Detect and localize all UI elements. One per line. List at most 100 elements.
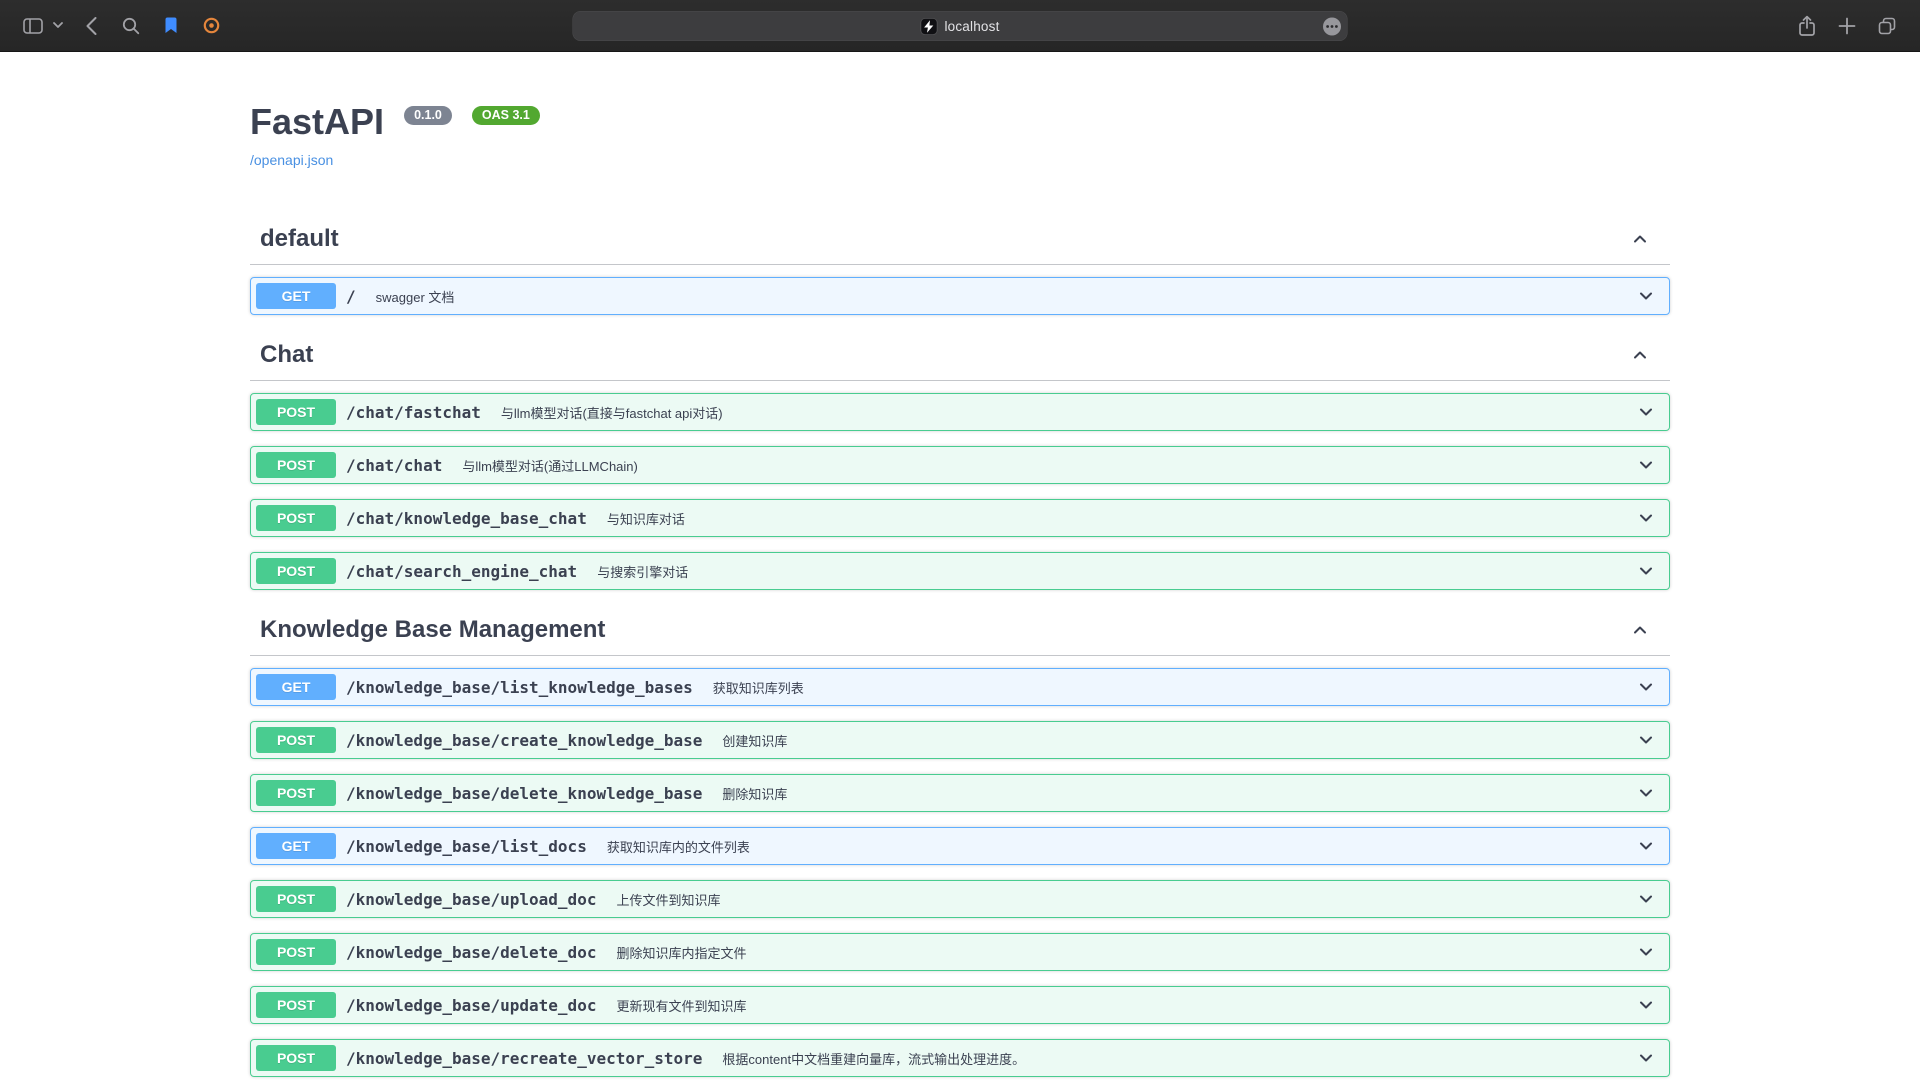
endpoint-row: POST /knowledge_base/upload_doc 上传文件到知识库 — [250, 880, 1670, 918]
endpoint-row: POST /chat/knowledge_base_chat 与知识库对话 — [250, 499, 1670, 537]
chevron-down-icon[interactable] — [50, 11, 66, 41]
endpoint-path: /knowledge_base/create_knowledge_base — [346, 731, 702, 750]
endpoint-description: 与llm模型对话(通过LLMChain) — [462, 456, 1636, 475]
collapse-section-button[interactable] — [1630, 620, 1650, 640]
endpoint-row: POST /knowledge_base/recreate_vector_sto… — [250, 1039, 1670, 1077]
endpoint-row: POST /knowledge_base/create_knowledge_ba… — [250, 721, 1670, 759]
endpoint-path: /chat/fastchat — [346, 403, 481, 422]
endpoint-path: / — [346, 287, 356, 306]
expand-endpoint-button[interactable] — [1636, 677, 1664, 697]
sidebar-toggle-icon[interactable] — [18, 11, 48, 41]
expand-endpoint-button[interactable] — [1636, 783, 1664, 803]
share-icon[interactable] — [1792, 11, 1822, 41]
chevron-down-icon — [1636, 561, 1656, 581]
endpoint-description: 获取知识库列表 — [713, 678, 1636, 697]
endpoint-path: /knowledge_base/list_knowledge_bases — [346, 678, 693, 697]
section-title: Chat — [260, 340, 313, 370]
address-bar[interactable]: localhost — [573, 11, 1348, 41]
endpoint-path: /knowledge_base/upload_doc — [346, 890, 596, 909]
back-icon[interactable] — [76, 11, 106, 41]
expand-endpoint-button[interactable] — [1636, 1048, 1664, 1068]
browser-window: localhost FastAPI 0.1.0 OAS 3.1 — [0, 0, 1920, 1080]
endpoint-path: /chat/search_engine_chat — [346, 562, 577, 581]
expand-endpoint-button[interactable] — [1636, 730, 1664, 750]
section-title: Knowledge Base Management — [260, 615, 605, 645]
section-title: default — [260, 224, 339, 254]
endpoint-description: 与llm模型对话(直接与fastchat api对话) — [501, 403, 1636, 422]
endpoint-row: GET /knowledge_base/list_docs 获取知识库内的文件列… — [250, 827, 1670, 865]
section-endpoints: GET /knowledge_base/list_knowledge_bases… — [250, 668, 1670, 1077]
collapse-section-button[interactable] — [1630, 345, 1650, 365]
endpoint-summary[interactable]: POST /chat/fastchat 与llm模型对话(直接与fastchat… — [251, 394, 1669, 430]
endpoint-path: /chat/knowledge_base_chat — [346, 509, 587, 528]
collapse-section-button[interactable] — [1630, 229, 1650, 249]
version-badge: 0.1.0 — [404, 106, 452, 126]
chevron-up-icon — [1630, 620, 1650, 640]
method-badge: POST — [256, 886, 336, 912]
tab-overview-icon[interactable] — [1872, 11, 1902, 41]
method-badge: GET — [256, 833, 336, 859]
endpoint-summary[interactable]: POST /knowledge_base/recreate_vector_sto… — [251, 1040, 1669, 1076]
chevron-down-icon — [1636, 508, 1656, 528]
expand-endpoint-button[interactable] — [1636, 508, 1664, 528]
chevron-down-icon — [1636, 402, 1656, 422]
openapi-spec-link[interactable]: /openapi.json — [250, 152, 333, 168]
section-header[interactable]: Knowledge Base Management — [250, 605, 1670, 656]
chevron-down-icon — [1636, 455, 1656, 475]
endpoint-row: POST /chat/fastchat 与llm模型对话(直接与fastchat… — [250, 393, 1670, 431]
section-header[interactable]: default — [250, 214, 1670, 265]
section-endpoints: POST /chat/fastchat 与llm模型对话(直接与fastchat… — [250, 393, 1670, 590]
endpoint-description: 与知识库对话 — [607, 509, 1636, 528]
endpoint-row: POST /chat/search_engine_chat 与搜索引擎对话 — [250, 552, 1670, 590]
chevron-up-icon — [1630, 229, 1650, 249]
section-endpoints: GET / swagger 文档 — [250, 277, 1670, 315]
endpoint-summary[interactable]: POST /chat/search_engine_chat 与搜索引擎对话 — [251, 553, 1669, 589]
endpoint-summary[interactable]: GET /knowledge_base/list_knowledge_bases… — [251, 669, 1669, 705]
endpoint-description: 与搜索引擎对话 — [597, 562, 1636, 581]
chevron-down-icon — [1636, 730, 1656, 750]
endpoint-path: /knowledge_base/recreate_vector_store — [346, 1049, 702, 1068]
expand-endpoint-button[interactable] — [1636, 889, 1664, 909]
endpoint-summary[interactable]: POST /chat/knowledge_base_chat 与知识库对话 — [251, 500, 1669, 536]
endpoint-summary[interactable]: POST /knowledge_base/delete_doc 删除知识库内指定… — [251, 934, 1669, 970]
expand-endpoint-button[interactable] — [1636, 561, 1664, 581]
api-section: default GET / swagger 文档 — [250, 214, 1670, 315]
endpoint-description: swagger 文档 — [376, 287, 1636, 306]
endpoint-summary[interactable]: POST /knowledge_base/upload_doc 上传文件到知识库 — [251, 881, 1669, 917]
new-tab-icon[interactable] — [1832, 11, 1862, 41]
endpoint-row: GET / swagger 文档 — [250, 277, 1670, 315]
api-info: FastAPI 0.1.0 OAS 3.1 /openapi.json — [250, 100, 1670, 170]
endpoint-description: 上传文件到知识库 — [616, 890, 1636, 909]
extension-target-icon[interactable] — [196, 11, 226, 41]
endpoint-row: POST /knowledge_base/delete_doc 删除知识库内指定… — [250, 933, 1670, 971]
endpoint-description: 更新现有文件到知识库 — [616, 996, 1636, 1015]
endpoint-summary[interactable]: GET / swagger 文档 — [251, 278, 1669, 314]
page-menu-icon[interactable] — [1323, 17, 1342, 36]
section-header[interactable]: Chat — [250, 330, 1670, 381]
endpoint-summary[interactable]: POST /chat/chat 与llm模型对话(通过LLMChain) — [251, 447, 1669, 483]
api-title: FastAPI 0.1.0 OAS 3.1 — [250, 100, 1670, 143]
api-section: Knowledge Base Management GET /knowledge… — [250, 605, 1670, 1077]
expand-endpoint-button[interactable] — [1636, 402, 1664, 422]
method-badge: POST — [256, 505, 336, 531]
expand-endpoint-button[interactable] — [1636, 836, 1664, 856]
chevron-down-icon — [1636, 942, 1656, 962]
endpoint-path: /chat/chat — [346, 456, 442, 475]
chevron-up-icon — [1630, 345, 1650, 365]
expand-endpoint-button[interactable] — [1636, 995, 1664, 1015]
expand-endpoint-button[interactable] — [1636, 942, 1664, 962]
expand-endpoint-button[interactable] — [1636, 286, 1664, 306]
method-badge: POST — [256, 399, 336, 425]
endpoint-summary[interactable]: POST /knowledge_base/delete_knowledge_ba… — [251, 775, 1669, 811]
method-badge: POST — [256, 452, 336, 478]
endpoint-summary[interactable]: GET /knowledge_base/list_docs 获取知识库内的文件列… — [251, 828, 1669, 864]
chevron-down-icon — [1636, 677, 1656, 697]
endpoint-description: 根据content中文档重建向量库，流式输出处理进度。 — [722, 1049, 1636, 1068]
extension-bookmark-icon[interactable] — [156, 11, 186, 41]
chevron-down-icon — [1636, 836, 1656, 856]
search-icon[interactable] — [116, 11, 146, 41]
expand-endpoint-button[interactable] — [1636, 455, 1664, 475]
api-title-text: FastAPI — [250, 101, 384, 142]
endpoint-summary[interactable]: POST /knowledge_base/create_knowledge_ba… — [251, 722, 1669, 758]
endpoint-summary[interactable]: POST /knowledge_base/update_doc 更新现有文件到知… — [251, 987, 1669, 1023]
